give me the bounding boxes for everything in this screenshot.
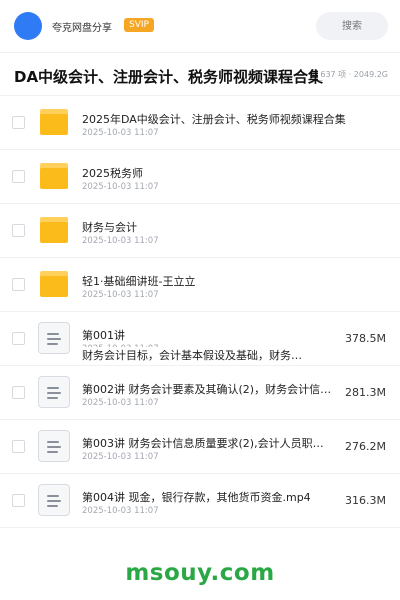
item-checkbox[interactable] xyxy=(12,386,25,399)
folder-meta: 637 项 · 2049.2G xyxy=(318,69,388,80)
document-icon xyxy=(38,484,70,516)
folder-icon xyxy=(40,109,68,135)
item-date: 2025-10-03 11:07 xyxy=(82,398,159,408)
item-date: 2025-10-03 11:07 xyxy=(82,452,159,462)
list-item[interactable]: 第003讲 财务会计信息质量要求(2),会计人员职… 2025-10-03 11… xyxy=(0,420,400,474)
list-item[interactable]: 财务与会计 2025-10-03 11:07 xyxy=(0,204,400,258)
document-icon xyxy=(38,376,70,408)
folder-icon xyxy=(40,271,68,297)
item-date: 2025-10-03 11:07 xyxy=(82,182,159,192)
list-item[interactable]: 第002讲 财务会计要素及其确认(2)，财务会计信… 2025-10-03 11… xyxy=(0,366,400,420)
svip-badge: SVIP xyxy=(124,18,154,32)
item-size: 316.3M xyxy=(345,494,386,507)
item-size: 276.2M xyxy=(345,440,386,453)
folder-icon xyxy=(40,163,68,189)
item-checkbox[interactable] xyxy=(12,224,25,237)
item-name: 2025税务师 xyxy=(82,167,143,180)
item-subtext: 财务会计目标，会计基本假设及基础，财务… xyxy=(82,347,338,363)
avatar[interactable] xyxy=(14,12,42,40)
item-date: 2025-10-03 11:07 xyxy=(82,290,159,300)
item-checkbox[interactable] xyxy=(12,116,25,129)
header-divider xyxy=(0,52,400,53)
list-item[interactable]: 第001讲 2025-10-03 11:07 财务会计目标，会计基本假设及基础，… xyxy=(0,312,400,366)
item-date: 2025-10-03 11:07 xyxy=(82,128,159,138)
item-name: 轻1·基础细讲班-王立立 xyxy=(82,275,196,288)
item-name: 第002讲 财务会计要素及其确认(2)，财务会计信… xyxy=(82,383,332,396)
folder-icon xyxy=(40,217,68,243)
item-checkbox[interactable] xyxy=(12,494,25,507)
list-item[interactable]: 轻1·基础细讲班-王立立 2025-10-03 11:07 xyxy=(0,258,400,312)
header: 夸克网盘分享 SVIP xyxy=(0,0,400,52)
list-item[interactable]: 第004讲 现金，银行存款，其他货币资金.mp4 2025-10-03 11:0… xyxy=(0,474,400,528)
file-list: 2025年DA中级会计、注册会计、税务师视频课程合集 2025-10-03 11… xyxy=(0,96,400,528)
item-name: 第001讲 xyxy=(82,329,125,342)
item-checkbox[interactable] xyxy=(12,170,25,183)
item-name: 第004讲 现金，银行存款，其他货币资金.mp4 xyxy=(82,491,311,504)
folder-title: DA中级会计、注册会计、税务师视频课程合集 xyxy=(14,68,324,86)
list-item[interactable]: 2025年DA中级会计、注册会计、税务师视频课程合集 2025-10-03 11… xyxy=(0,96,400,150)
item-size: 378.5M xyxy=(345,332,386,345)
item-name: 2025年DA中级会计、注册会计、税务师视频课程合集 xyxy=(82,113,346,126)
search-input[interactable] xyxy=(316,12,388,40)
list-item[interactable]: 2025税务师 2025-10-03 11:07 xyxy=(0,150,400,204)
document-icon xyxy=(38,322,70,354)
item-checkbox[interactable] xyxy=(12,332,25,345)
item-checkbox[interactable] xyxy=(12,440,25,453)
item-name: 财务与会计 xyxy=(82,221,137,234)
watermark: msouy.com xyxy=(125,560,275,586)
item-date: 2025-10-03 11:07 xyxy=(82,506,159,516)
item-date: 2025-10-03 11:07 xyxy=(82,236,159,246)
item-name: 第003讲 财务会计信息质量要求(2),会计人员职… xyxy=(82,437,324,450)
document-icon xyxy=(38,430,70,462)
item-checkbox[interactable] xyxy=(12,278,25,291)
item-size: 281.3M xyxy=(345,386,386,399)
share-title: 夸克网盘分享 xyxy=(52,23,112,34)
